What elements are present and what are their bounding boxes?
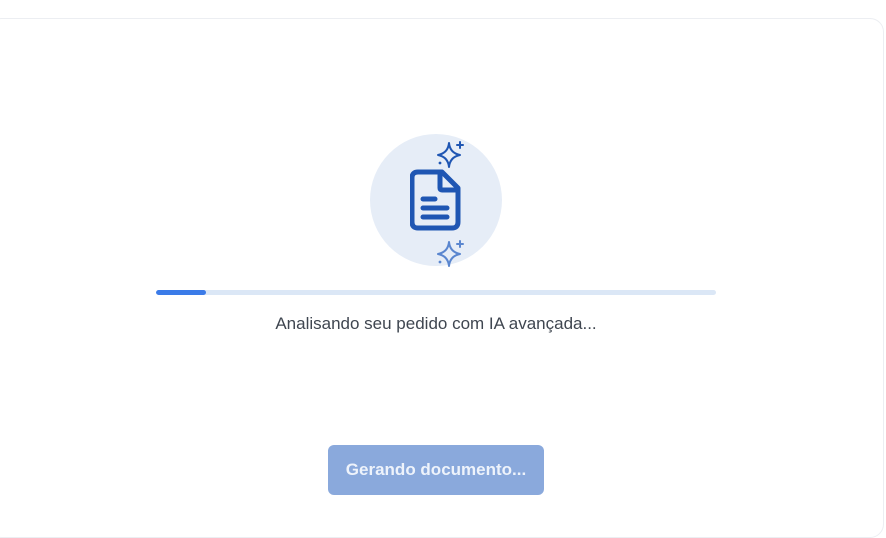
sparkle-icon (437, 240, 464, 267)
progress-bar (156, 290, 716, 295)
status-text: Analisando seu pedido com IA avançada... (275, 314, 597, 333)
generating-document-button[interactable]: Gerando documento... (328, 445, 544, 495)
sparkle-icon (437, 141, 464, 168)
document-icon (410, 169, 461, 231)
progress-bar-fill (156, 290, 207, 295)
